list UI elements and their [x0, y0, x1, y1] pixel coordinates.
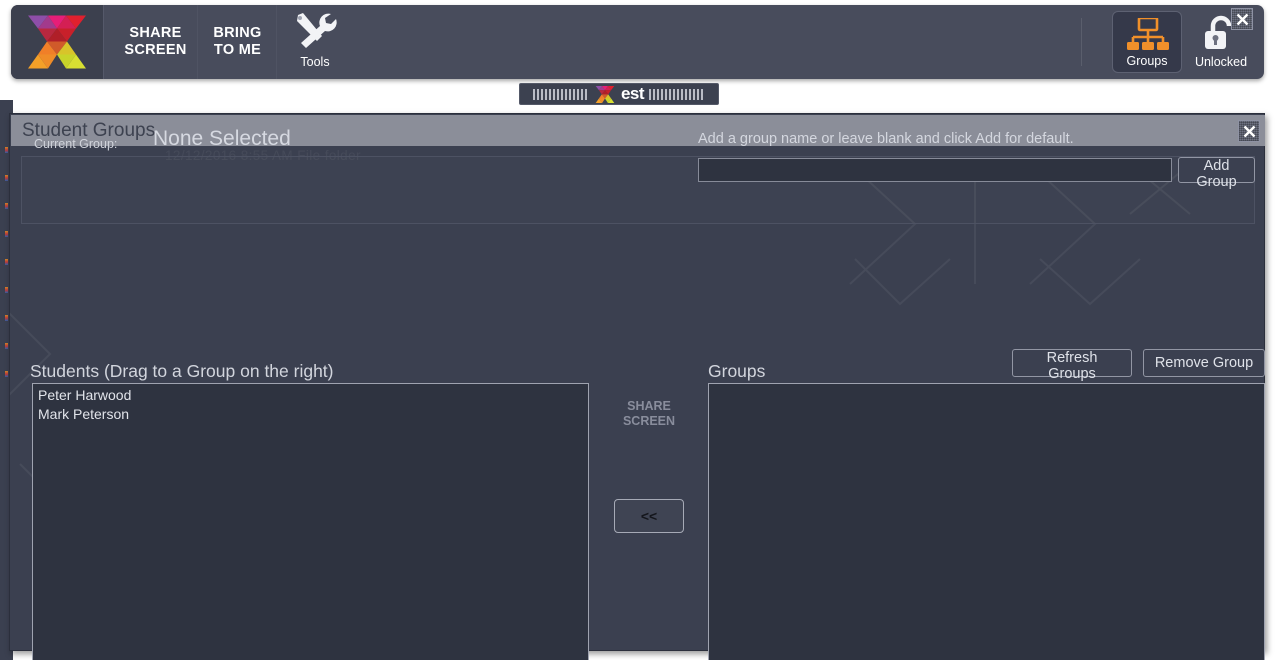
toolbar-tools-label: Tools: [300, 55, 330, 69]
toolbar-close-button[interactable]: [1231, 8, 1253, 30]
close-icon: [1236, 13, 1248, 25]
students-list-label: Students (Drag to a Group on the right): [30, 361, 334, 381]
add-group-hint: Add a group name or leave blank and clic…: [698, 131, 1074, 147]
close-icon: [1243, 125, 1255, 137]
student-list-item[interactable]: Mark Peterson: [33, 405, 588, 424]
groups-list-label: Groups: [708, 361, 766, 381]
transfer-share-screen-button: SHARE SCREEN: [614, 386, 684, 442]
toolbar-bring-to-me-label-line2: TO ME: [213, 42, 262, 58]
toolbar-lock-label: Unlocked: [1194, 55, 1248, 69]
current-group-value: None Selected: [153, 127, 291, 150]
toolbar-groups-label: Groups: [1126, 54, 1168, 68]
groups-icon: [1127, 18, 1169, 50]
xest-logo-small-icon: [595, 85, 615, 103]
screen: SHARE SCREEN BRING TO ME Tools Groups Un…: [0, 0, 1275, 660]
main-toolbar: SHARE SCREEN BRING TO ME Tools Groups Un…: [11, 5, 1264, 79]
toolbar-groups-button[interactable]: Groups: [1112, 11, 1182, 73]
group-name-input[interactable]: [698, 158, 1172, 182]
drag-grip-left: [532, 88, 589, 100]
toolbar-tools-button[interactable]: Tools: [283, 5, 347, 79]
xest-brand-word: est: [620, 83, 645, 103]
dialog-close-button[interactable]: [1238, 120, 1260, 142]
student-groups-dialog: Student Groups 12/12/2016 8:55 AM File f…: [9, 113, 1265, 660]
xest-logo-icon: [28, 15, 86, 69]
refresh-groups-button[interactable]: Refresh Groups: [1012, 349, 1132, 382]
groups-list[interactable]: [708, 383, 1265, 660]
move-back-button[interactable]: <<: [614, 499, 684, 533]
app-logo-cell: [11, 5, 104, 79]
add-group-button[interactable]: Add Group: [1178, 157, 1255, 190]
drag-grip-right: [649, 88, 706, 100]
student-list-item[interactable]: Peter Harwood: [33, 386, 588, 405]
toolbar-share-screen-label-line1: SHARE: [129, 25, 182, 41]
toolbar-share-screen-button[interactable]: SHARE SCREEN: [114, 5, 198, 79]
toolbar-bring-to-me-button[interactable]: BRING TO ME: [199, 5, 277, 79]
students-list[interactable]: Peter Harwood Mark Peterson: [32, 383, 589, 660]
xest-drag-tab[interactable]: est: [519, 83, 719, 105]
toolbar-bring-to-me-label-line1: BRING: [213, 25, 262, 41]
transfer-share-label-line2: SCREEN: [622, 414, 676, 428]
current-group-label: Current Group:: [34, 137, 118, 151]
remove-group-button[interactable]: Remove Group: [1143, 349, 1265, 377]
tools-icon: [297, 13, 337, 48]
transfer-share-label-line1: SHARE: [627, 399, 671, 413]
toolbar-share-screen-label-line2: SCREEN: [124, 42, 187, 58]
toolbar-divider: [1081, 18, 1082, 66]
